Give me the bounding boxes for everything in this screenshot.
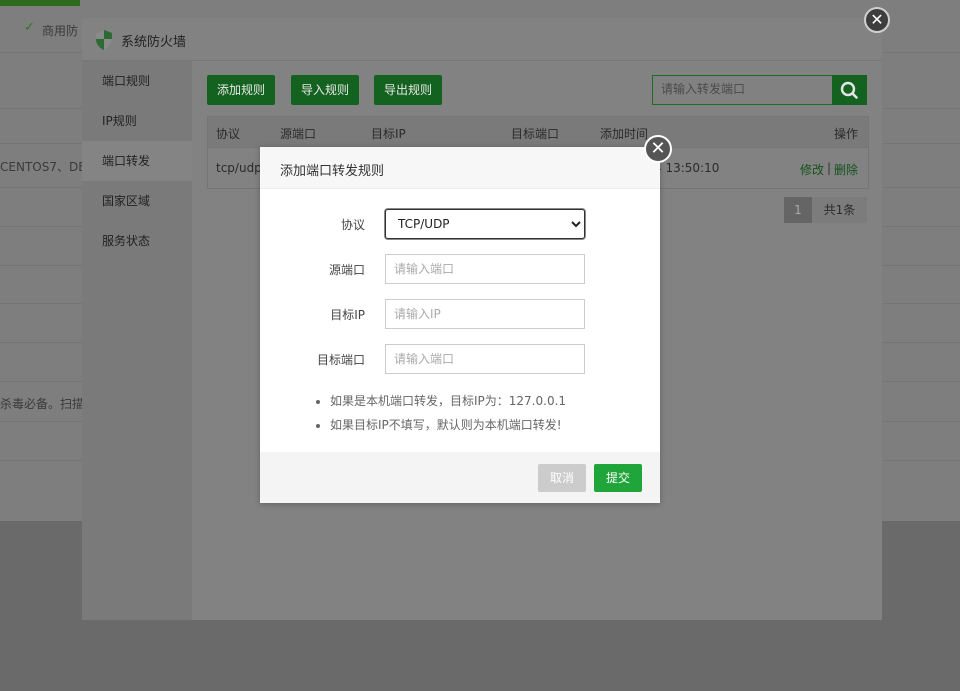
cancel-button[interactable]: 取消 bbox=[538, 464, 586, 492]
source-port-input[interactable] bbox=[385, 254, 585, 284]
search-input[interactable] bbox=[653, 76, 837, 102]
column-header-source-port: 源端口 bbox=[280, 127, 317, 141]
pager-current-page[interactable]: 1 bbox=[784, 197, 812, 223]
export-rules-button[interactable]: 导出规则 bbox=[374, 75, 443, 105]
background-os-text: CENTOS7、DEB bbox=[0, 160, 95, 174]
row-protocol: tcp/udp bbox=[216, 161, 262, 175]
table-header: 协议 源端口 目标IP 目标端口 添加时间 操作 bbox=[208, 117, 868, 148]
action-separator: | bbox=[827, 161, 832, 175]
sidebar-item-port-forward[interactable]: 端口转发 bbox=[82, 141, 192, 181]
firewall-dialog-header: 系统防火墙 bbox=[82, 18, 882, 61]
pager-total: 共1条 bbox=[812, 197, 867, 223]
background-antivirus-text: 杀毒必备。扫描 bbox=[0, 397, 85, 411]
target-port-row: 目标端口 bbox=[260, 344, 660, 374]
shield-icon bbox=[96, 30, 112, 50]
column-header-protocol: 协议 bbox=[216, 127, 241, 141]
sidebar-item-port-rules[interactable]: 端口规则 bbox=[82, 61, 192, 101]
modal-close-icon[interactable]: ✕ bbox=[644, 135, 672, 163]
sidebar-item-country-region[interactable]: 国家区域 bbox=[82, 181, 192, 221]
source-port-row: 源端口 bbox=[260, 254, 660, 284]
column-header-actions: 操作 bbox=[834, 127, 859, 141]
column-header-add-time: 添加时间 bbox=[600, 127, 649, 141]
add-forward-rule-modal: 添加端口转发规则 ✕ 协议 TCP/UDP 源端口 目标IP 目标端口 如果是本… bbox=[260, 135, 672, 503]
background-status-text: 商用防 bbox=[42, 24, 79, 38]
protocol-select[interactable]: TCP/UDP bbox=[385, 209, 585, 239]
background-top-strip bbox=[0, 0, 80, 6]
column-header-target-port: 目标端口 bbox=[511, 127, 560, 141]
target-port-input[interactable] bbox=[385, 344, 585, 374]
search-box bbox=[652, 75, 837, 105]
tip-item: 如果是本机端口转发，目标IP为：127.0.0.1 bbox=[330, 389, 566, 413]
target-port-label: 目标端口 bbox=[316, 353, 365, 367]
column-header-target-ip: 目标IP bbox=[371, 127, 406, 141]
modal-header: 添加端口转发规则 bbox=[260, 147, 660, 189]
firewall-dialog-close-icon[interactable]: ✕ bbox=[864, 7, 890, 33]
edit-link[interactable]: 修改 bbox=[800, 161, 824, 178]
protocol-row: 协议 TCP/UDP bbox=[260, 209, 660, 239]
firewall-dialog-title: 系统防火墙 bbox=[121, 35, 187, 50]
add-rule-button[interactable]: 添加规则 bbox=[207, 75, 276, 105]
row-add-time: 4 13:50:10 bbox=[654, 161, 720, 175]
delete-link[interactable]: 删除 bbox=[834, 161, 858, 178]
sidebar-item-ip-rules[interactable]: IP规则 bbox=[82, 101, 192, 141]
modal-tips: 如果是本机端口转发，目标IP为：127.0.0.1 如果目标IP不填写，默认则为… bbox=[314, 389, 566, 437]
check-icon: ✓ bbox=[24, 20, 35, 35]
target-ip-input[interactable] bbox=[385, 299, 585, 329]
sidebar-item-service-status[interactable]: 服务状态 bbox=[82, 221, 192, 261]
import-rules-button[interactable]: 导入规则 bbox=[291, 75, 360, 105]
modal-title: 添加端口转发规则 bbox=[280, 164, 385, 179]
protocol-label: 协议 bbox=[340, 218, 365, 232]
search-button[interactable] bbox=[832, 75, 867, 105]
submit-button[interactable]: 提交 bbox=[594, 464, 642, 492]
firewall-sidebar: 端口规则 IP规则 端口转发 国家区域 服务状态 bbox=[82, 61, 192, 620]
target-ip-row: 目标IP bbox=[260, 299, 660, 329]
modal-footer: 取消 提交 bbox=[260, 452, 660, 503]
target-ip-label: 目标IP bbox=[330, 308, 365, 322]
search-icon bbox=[840, 81, 858, 99]
source-port-label: 源端口 bbox=[328, 263, 365, 277]
tip-item: 如果目标IP不填写，默认则为本机端口转发! bbox=[330, 413, 566, 437]
